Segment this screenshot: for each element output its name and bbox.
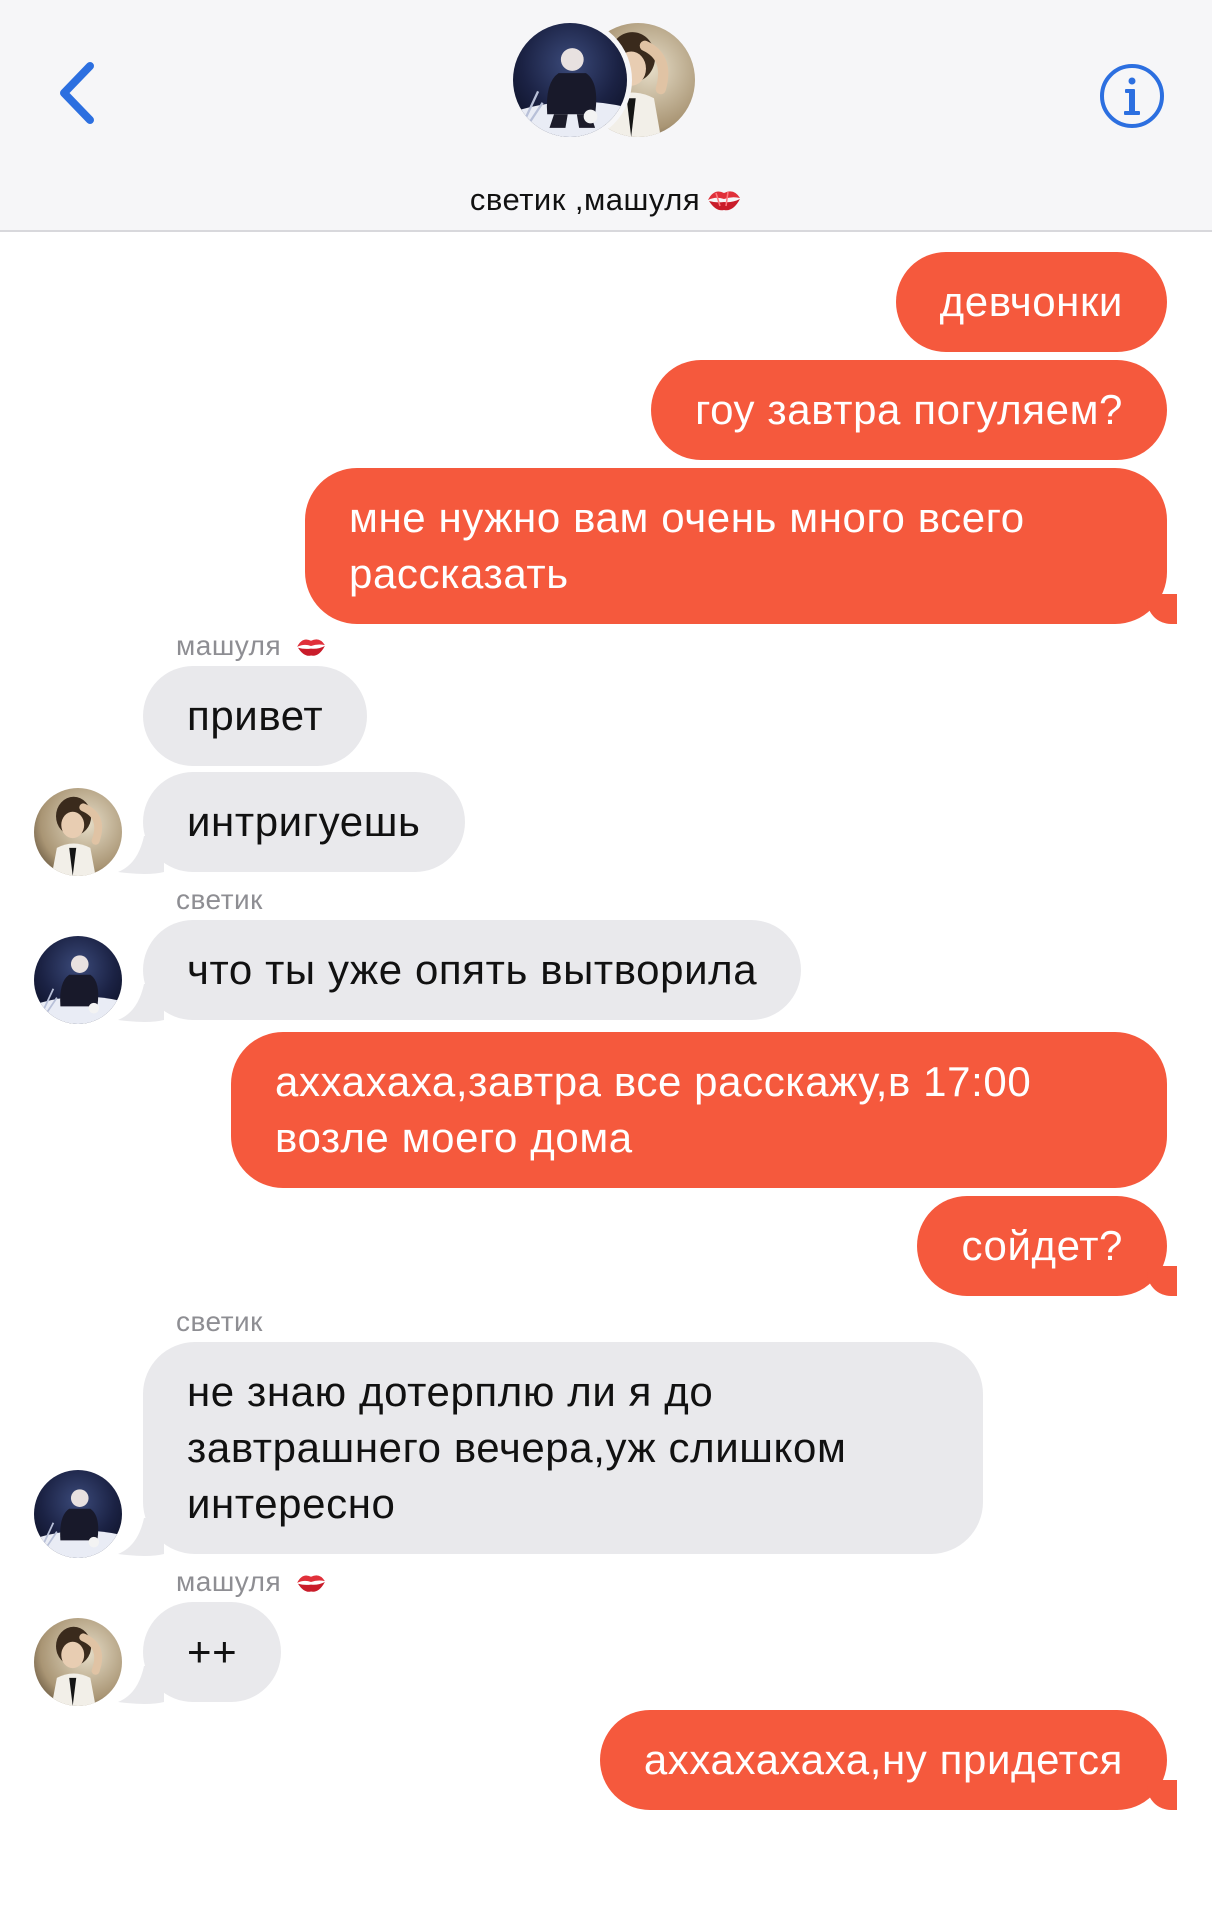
chevron-left-icon bbox=[60, 62, 94, 124]
message-text: ++ bbox=[187, 1628, 238, 1675]
kiss-mark-icon bbox=[295, 1569, 327, 1602]
message-bubble-outgoing[interactable]: аххахахаха,ну придется bbox=[599, 1710, 1178, 1810]
kiss-mark-icon bbox=[706, 184, 742, 222]
message-text: аххахахаха,ну придется bbox=[643, 1736, 1123, 1783]
message-text: привет bbox=[187, 692, 324, 739]
message-text-line: аххахаха,завтра все расскажу,в 17:00 bbox=[275, 1058, 1032, 1105]
bubble-tail bbox=[118, 836, 164, 874]
info-icon bbox=[1100, 64, 1164, 128]
bubble-tail bbox=[118, 1666, 164, 1704]
bubble-tail bbox=[118, 984, 164, 1022]
sender-label: машуля bbox=[176, 630, 327, 666]
message-text-line: возле моего дома bbox=[275, 1114, 633, 1161]
avatar-svetik[interactable] bbox=[34, 936, 122, 1024]
message-list[interactable]: девчонки гоу завтра погуляем? мне нужно … bbox=[0, 232, 1212, 1920]
message-bubble-incoming[interactable]: интригуешь bbox=[143, 772, 465, 872]
message-text-line: интересно bbox=[187, 1480, 396, 1527]
group-avatar-stack[interactable] bbox=[508, 16, 700, 142]
avatar-mashulya[interactable] bbox=[34, 1618, 122, 1706]
avatar-mashulya[interactable] bbox=[34, 788, 122, 876]
message-text: гоу завтра погуляем? bbox=[695, 386, 1123, 433]
back-button[interactable] bbox=[52, 58, 112, 128]
avatar-svetik bbox=[508, 18, 632, 142]
message-bubble-incoming[interactable]: привет bbox=[143, 666, 368, 766]
chat-header: светик ,машуля bbox=[0, 0, 1212, 232]
message-bubble-incoming[interactable]: что ты уже опять вытворила bbox=[143, 920, 802, 1020]
sender-label: светик bbox=[176, 1306, 263, 1337]
message-text-line: рассказать bbox=[349, 550, 569, 597]
sender-label: светик bbox=[176, 884, 263, 915]
message-bubble-outgoing[interactable]: гоу завтра погуляем? bbox=[651, 360, 1167, 460]
message-text-line: не знаю дотерплю ли я до bbox=[187, 1368, 714, 1415]
message-text: интригуешь bbox=[187, 798, 421, 845]
message-bubble-outgoing[interactable]: мне нужно вам очень много всего рассказа… bbox=[305, 468, 1177, 624]
group-title[interactable]: светик ,машуля bbox=[0, 182, 1212, 222]
message-text: девчонки bbox=[939, 278, 1123, 325]
message-text: что ты уже опять вытворила bbox=[187, 946, 758, 993]
avatar-svetik[interactable] bbox=[34, 1470, 122, 1558]
message-text-line: завтрашнего вечера,уж слишком bbox=[187, 1424, 847, 1471]
group-title-text: светик ,машуля bbox=[469, 182, 701, 217]
message-text: сойдет? bbox=[961, 1222, 1123, 1269]
message-bubble-incoming[interactable]: не знаю дотерплю ли я до завтрашнего веч… bbox=[143, 1342, 983, 1554]
bubble-tail bbox=[118, 1518, 164, 1556]
sender-label: машуля bbox=[176, 1566, 327, 1602]
message-bubble-outgoing[interactable]: сойдет? bbox=[917, 1196, 1177, 1296]
message-bubble-outgoing[interactable]: аххахаха,завтра все расскажу,в 17:00 воз… bbox=[231, 1032, 1167, 1188]
message-text-line: мне нужно вам очень много всего bbox=[349, 494, 1025, 541]
kiss-mark-icon bbox=[295, 633, 327, 666]
message-bubble-outgoing[interactable]: девчонки bbox=[895, 252, 1167, 352]
info-button[interactable] bbox=[1098, 62, 1166, 130]
